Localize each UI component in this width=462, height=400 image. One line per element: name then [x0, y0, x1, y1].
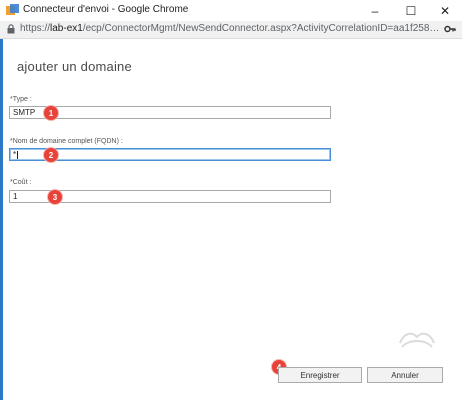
watermark-logo [399, 332, 435, 348]
maximize-button[interactable]: ☐ [393, 0, 429, 21]
url-path: /ecp/ConnectorMgmt/NewSendConnector.aspx… [82, 23, 440, 34]
step-marker-1: 1 [44, 106, 58, 120]
address-bar[interactable]: https://lab-ex1/ecp/ConnectorMgmt/NewSen… [0, 21, 462, 39]
fqdn-label: *Nom de domaine complet (FQDN) : [10, 138, 123, 145]
close-window-button[interactable]: ✕ [427, 0, 462, 21]
exchange-app-icon [6, 4, 19, 15]
window-titlebar: Connecteur d'envoi - Google Chrome – ☐ ✕ [0, 0, 462, 21]
cost-value: 1 [13, 192, 18, 201]
key-icon[interactable] [444, 24, 456, 34]
cost-label: *Coût : [10, 179, 32, 186]
page-title: ajouter un domaine [17, 59, 132, 74]
step-marker-2: 2 [44, 148, 58, 162]
close-icon: ✕ [439, 3, 451, 18]
fqdn-value: * [13, 150, 17, 159]
save-button[interactable]: Enregistrer [278, 367, 362, 383]
step-marker-3: 3 [48, 190, 62, 204]
lock-icon [7, 24, 15, 34]
dialog-content: ajouter un domaine *Type : SMTP 1 *Nom d… [0, 39, 462, 400]
accent-rule [0, 39, 3, 400]
minimize-icon: – [371, 3, 379, 18]
url-text[interactable]: https://lab-ex1/ecp/ConnectorMgmt/NewSen… [20, 23, 440, 34]
type-label: *Type : [10, 96, 32, 103]
url-host: lab-ex1 [50, 23, 83, 34]
minimize-button[interactable]: – [357, 0, 393, 21]
text-caret [17, 150, 19, 159]
cancel-button[interactable]: Annuler [367, 367, 443, 383]
window-title: Connecteur d'envoi - Google Chrome [23, 4, 189, 15]
type-value: SMTP [13, 108, 36, 117]
url-scheme: https:// [20, 23, 51, 34]
maximize-icon: ☐ [405, 3, 417, 18]
